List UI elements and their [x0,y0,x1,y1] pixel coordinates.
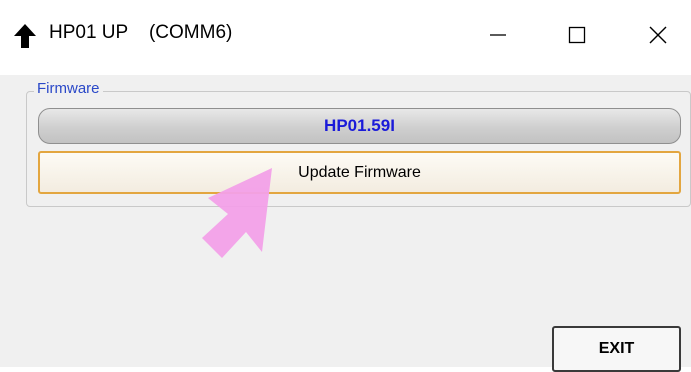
firmware-version-display: HP01.59I [38,108,681,144]
exit-button[interactable]: EXIT [552,326,681,372]
window-title: HP01 UP (COMM6) [49,22,233,43]
update-firmware-button[interactable]: Update Firmware [38,151,681,194]
firmware-group-label: Firmware [34,80,103,97]
close-icon [648,25,668,50]
minimize-button[interactable] [466,0,530,75]
exit-button-label: EXIT [598,340,635,357]
firmware-version-text: HP01.59I [324,116,395,135]
maximize-button[interactable] [545,0,609,75]
up-arrow-icon [12,22,38,50]
close-button[interactable] [626,0,690,75]
maximize-icon [567,25,587,50]
pink-arrow-icon [202,168,272,258]
app-window: HP01 UP (COMM6) Firmware HP01.59I Update… [0,0,691,372]
update-firmware-label: Update Firmware [298,163,421,181]
title-bar[interactable]: HP01 UP (COMM6) [0,0,691,75]
minimize-icon [488,25,508,50]
